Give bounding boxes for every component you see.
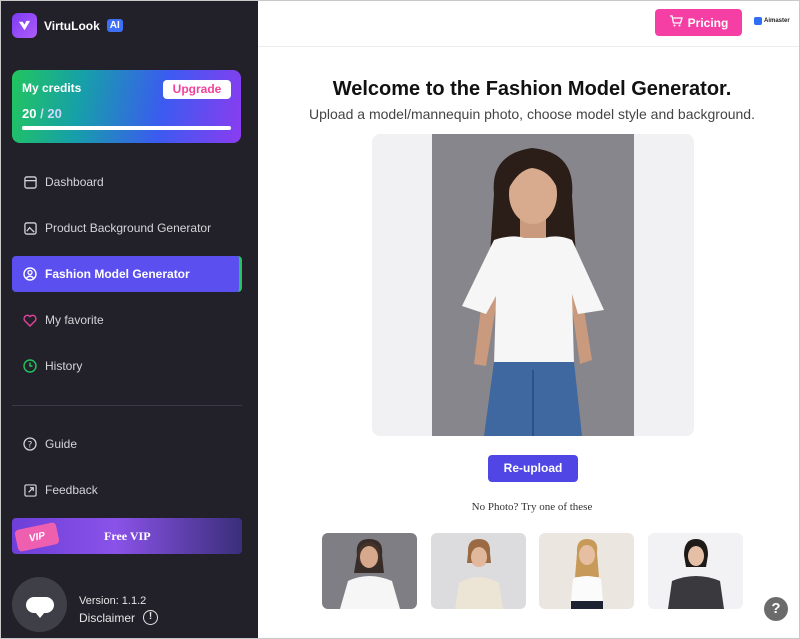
sidebar-item-history[interactable]: History xyxy=(12,348,242,384)
sidebar-item-label: History xyxy=(45,359,83,373)
sidebar: VirtuLook AI My credits Upgrade 20 / 20 … xyxy=(1,1,258,638)
heart-icon xyxy=(23,313,37,327)
chat-support-button[interactable] xyxy=(12,577,67,632)
virtulook-logo-icon xyxy=(12,13,37,38)
upgrade-button[interactable]: Upgrade xyxy=(163,80,231,99)
disclaimer-label: Disclaimer xyxy=(79,610,136,625)
pricing-button[interactable]: Pricing xyxy=(655,9,742,36)
info-icon: ! xyxy=(143,610,159,625)
sidebar-item-label: My favorite xyxy=(45,313,104,327)
sidebar-item-label: Dashboard xyxy=(45,175,104,189)
image-icon xyxy=(23,221,37,235)
credits-title: My credits xyxy=(22,81,82,95)
cart-icon xyxy=(669,15,683,30)
external-link-icon xyxy=(23,483,37,497)
pricing-label: Pricing xyxy=(687,15,729,30)
page-title: Welcome to the Fashion Model Generator. xyxy=(332,78,732,100)
disclaimer-link[interactable]: Disclaimer ! xyxy=(79,610,159,625)
free-vip-label: Free VIP xyxy=(104,529,151,543)
credits-progress-fill xyxy=(22,126,231,130)
sidebar-item-fashion-model[interactable]: Fashion Model Generator xyxy=(12,256,242,292)
uploaded-model-image xyxy=(432,134,634,436)
credits-progress-bar xyxy=(22,126,231,130)
app-name: VirtuLook xyxy=(44,18,100,33)
version-text: Version: 1.1.2 xyxy=(79,595,147,607)
aimaster-label: Aimaster xyxy=(764,18,790,24)
credits-separator: / xyxy=(40,106,44,121)
ai-badge: AI xyxy=(106,19,123,32)
aimaster-logo[interactable]: Aimaster xyxy=(754,17,790,25)
brand[interactable]: VirtuLook AI xyxy=(12,13,123,38)
free-vip-banner[interactable]: VIP Free VIP xyxy=(12,518,242,554)
user-circle-icon xyxy=(23,267,37,281)
page-subtitle: Upload a model/mannequin photo, choose m… xyxy=(309,106,755,122)
question-circle-icon: ? xyxy=(23,437,37,451)
upload-preview-area[interactable] xyxy=(372,134,694,436)
credits-total: 20 xyxy=(47,106,62,121)
credits-count: 20 / 20 xyxy=(22,106,62,121)
sidebar-divider xyxy=(12,405,242,406)
top-bar: Pricing Aimaster xyxy=(258,1,799,47)
sidebar-item-my-favorite[interactable]: My favorite xyxy=(12,302,242,338)
sidebar-item-feedback[interactable]: Feedback xyxy=(12,472,242,508)
chat-icon xyxy=(25,596,54,618)
sidebar-item-label: Guide xyxy=(45,437,78,451)
sidebar-item-guide[interactable]: ? Guide xyxy=(12,426,242,462)
aimaster-icon xyxy=(754,17,762,25)
question-icon: ? xyxy=(771,600,781,617)
credits-card: My credits Upgrade 20 / 20 xyxy=(12,70,241,143)
credits-used: 20 xyxy=(22,106,37,121)
sidebar-item-dashboard[interactable]: Dashboard xyxy=(12,164,242,200)
dashboard-icon xyxy=(23,175,37,189)
sidebar-item-product-background[interactable]: Product Background Generator xyxy=(12,210,242,246)
sample-photo-4[interactable] xyxy=(648,533,743,609)
sample-photo-3[interactable] xyxy=(539,533,634,609)
sidebar-item-label: Fashion Model Generator xyxy=(45,267,190,281)
help-button[interactable]: ? xyxy=(764,597,788,621)
reupload-button[interactable]: Re-upload xyxy=(488,455,578,482)
sidebar-item-label: Product Background Generator xyxy=(45,221,212,235)
sample-photo-2[interactable] xyxy=(431,533,526,609)
sidebar-item-label: Feedback xyxy=(45,483,98,497)
svg-text:?: ? xyxy=(28,440,33,450)
vip-ticket-icon: VIP xyxy=(14,521,60,553)
clock-icon xyxy=(23,359,37,373)
sample-photo-1[interactable] xyxy=(322,533,417,609)
no-photo-hint: No Photo? Try one of these xyxy=(471,501,593,513)
